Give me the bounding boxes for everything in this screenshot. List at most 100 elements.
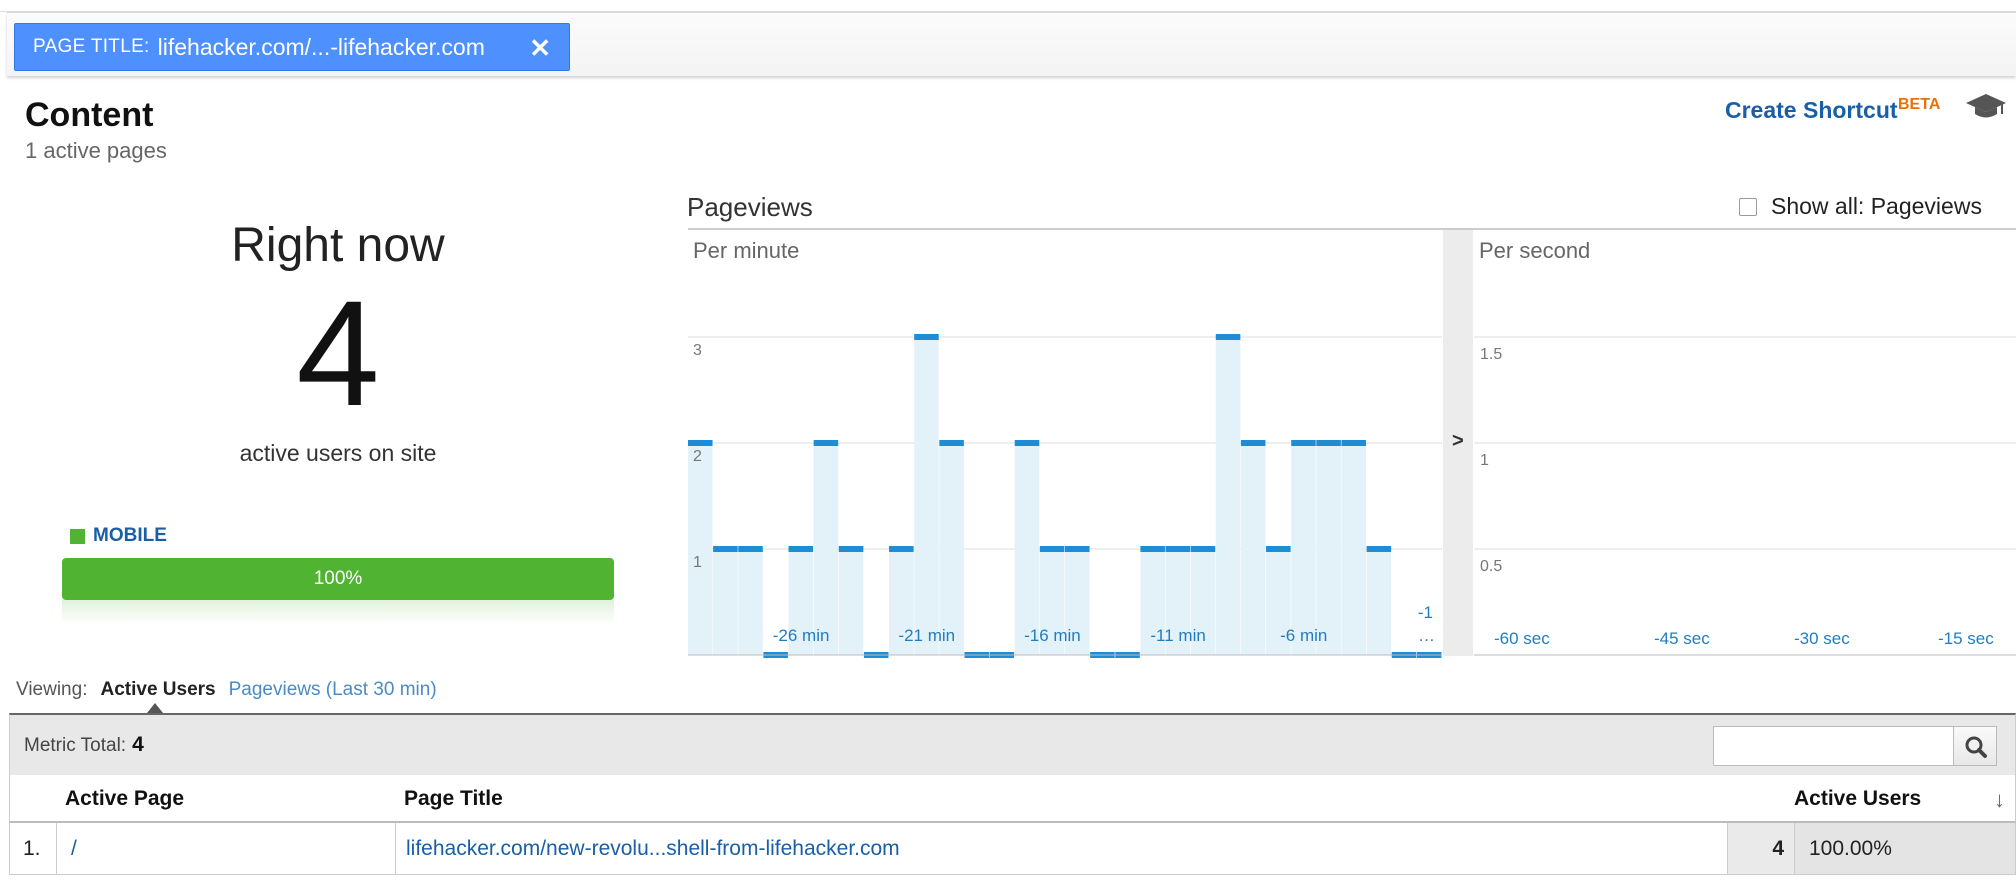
minute-bar-fill xyxy=(738,549,763,655)
minute-bar xyxy=(738,546,763,552)
second-y-tick-label: 1 xyxy=(1480,452,1489,469)
minute-x-tick-label: -21 min xyxy=(898,626,955,645)
minute-bar xyxy=(1140,546,1165,552)
minute-y-tick-label: 3 xyxy=(693,342,702,359)
row-active-users-percent: 100.00% xyxy=(1795,823,2015,874)
tab-pageviews-last-30-min[interactable]: Pageviews (Last 30 min) xyxy=(229,679,437,701)
device-legend: MOBILE xyxy=(70,525,167,547)
minute-x-tick-label: -11 min xyxy=(1150,626,1205,645)
sort-descending-icon[interactable]: ↓ xyxy=(1994,787,2005,813)
col-header-active-users[interactable]: Active Users xyxy=(1794,787,1921,811)
show-all-toggle[interactable]: Show all: Pageviews xyxy=(1739,193,1982,220)
minute-x-tick-label: -16 min xyxy=(1024,626,1081,645)
minute-bar-fill xyxy=(713,549,738,655)
search-button[interactable] xyxy=(1953,726,1997,766)
second-y-tick-label: 1.5 xyxy=(1480,346,1502,363)
device-name-mobile[interactable]: MOBILE xyxy=(93,525,167,547)
second-y-tick-label: 0.5 xyxy=(1480,558,1502,575)
minute-bar-fill xyxy=(688,443,713,655)
filter-value: lifehacker.com/...-lifehacker.com xyxy=(157,33,485,60)
minute-bar xyxy=(713,546,738,552)
page-title: Content xyxy=(25,96,154,134)
table-row: 1. / lifehacker.com/new-revolu...shell-f… xyxy=(9,823,2016,875)
second-x-tick-label: -60 sec xyxy=(1494,629,1550,648)
per-minute-label: Per minute xyxy=(693,238,800,263)
device-bar-reflection xyxy=(62,600,614,624)
metric-total-value: 4 xyxy=(132,733,144,756)
tab-active-users[interactable]: Active Users xyxy=(100,679,215,701)
minute-bar xyxy=(1341,440,1366,446)
minute-bar xyxy=(1266,546,1291,552)
minute-y-tick-label: 2 xyxy=(693,448,702,465)
beta-badge: BETA xyxy=(1898,96,1941,113)
active-pages-count: 1 active pages xyxy=(25,138,167,163)
active-users-count: 4 xyxy=(296,269,380,437)
minute-bar xyxy=(1316,440,1341,446)
row-active-users: 4 xyxy=(1727,823,1795,874)
search-icon xyxy=(1965,736,1987,758)
minute-bar-fill xyxy=(1215,337,1241,655)
minute-bar xyxy=(1240,440,1266,446)
minute-x-last-label-ellipsis: … xyxy=(1418,626,1435,645)
minute-x-tick-label: -26 min xyxy=(773,626,830,645)
pageviews-chart: 1 2 3 -26 min -21 min -16 min -11 min -6 min -1 …… xyxy=(688,334,2016,658)
minute-bar xyxy=(813,440,839,446)
minute-bar-fill xyxy=(1240,443,1266,655)
minute-bar xyxy=(914,334,939,340)
metric-total: Metric Total: 4 xyxy=(24,733,144,757)
second-x-tick-label: -15 sec xyxy=(1938,629,1994,648)
col-header-active-page[interactable]: Active Page xyxy=(65,787,184,811)
metric-total-bar: Metric Total: 4 xyxy=(9,713,2016,775)
row-page-title-link[interactable]: lifehacker.com/new-revolu...shell-from-l… xyxy=(396,823,1735,874)
top-edge xyxy=(0,0,2016,12)
chevron-right-icon: > xyxy=(1452,430,1464,452)
chart-expand-toggle[interactable]: > xyxy=(1443,230,1473,656)
minute-y-tick-label: 1 xyxy=(693,554,702,571)
minute-bar xyxy=(1291,440,1316,446)
minute-bar-fill xyxy=(1341,443,1366,655)
device-share-bar: 100% xyxy=(62,558,614,600)
minute-bar xyxy=(1065,546,1090,552)
minute-bar xyxy=(1366,546,1392,552)
table-header-row: Active Page Page Title Active Users ↓ xyxy=(9,775,2016,823)
minute-bar xyxy=(889,546,914,552)
minute-bar-fill xyxy=(1316,443,1341,655)
minute-bar-fill xyxy=(1014,443,1040,655)
filter-label: PAGE TITLE: xyxy=(33,36,150,57)
minute-bar xyxy=(1190,546,1216,552)
minute-bar xyxy=(1165,546,1191,552)
table-search-input[interactable] xyxy=(1713,726,1956,766)
viewing-label: Viewing: xyxy=(16,679,88,700)
minute-bar xyxy=(1039,546,1065,552)
create-shortcut-link[interactable]: Create Shortcut xyxy=(1725,97,1898,124)
row-active-page-link[interactable]: / xyxy=(57,823,396,874)
minute-bar-fill xyxy=(838,549,864,655)
page-title-filter-chip[interactable]: PAGE TITLE: lifehacker.com/...-lifehacke… xyxy=(14,23,570,71)
show-all-label: Show all: Pageviews xyxy=(1771,193,1982,219)
minute-bar-fill xyxy=(1291,443,1316,655)
minute-bar-fill xyxy=(1366,549,1392,655)
minute-bar xyxy=(939,440,964,446)
show-all-checkbox[interactable] xyxy=(1739,197,1757,216)
minute-bar xyxy=(688,440,713,446)
minute-bar xyxy=(788,546,814,552)
metric-total-label: Metric Total: xyxy=(24,735,127,756)
filter-bar: PAGE TITLE: lifehacker.com/...-lifehacke… xyxy=(7,12,2016,76)
content-table: Metric Total: 4 Active Page Page Title Ac… xyxy=(9,713,2016,875)
minute-x-last-label: -1 xyxy=(1418,603,1433,622)
second-x-tick-label: -30 sec xyxy=(1794,629,1850,648)
active-tab-caret xyxy=(147,703,163,713)
per-second-label: Per second xyxy=(1479,238,1591,263)
viewing-tabs: Viewing: Active Users Pageviews (Last 30… xyxy=(16,679,437,701)
close-icon[interactable]: ✕ xyxy=(529,33,551,64)
minute-bar xyxy=(1014,440,1040,446)
minute-bar-fill xyxy=(813,443,839,655)
graduation-cap-icon[interactable] xyxy=(1966,92,2006,122)
minute-x-tick-label: -6 min xyxy=(1280,626,1327,645)
row-index: 1. xyxy=(10,823,57,874)
mobile-swatch xyxy=(70,528,85,544)
minute-bar xyxy=(1215,334,1241,340)
minute-bar-fill xyxy=(914,337,939,655)
right-now-label: Right now xyxy=(231,219,445,272)
col-header-page-title[interactable]: Page Title xyxy=(404,787,503,811)
